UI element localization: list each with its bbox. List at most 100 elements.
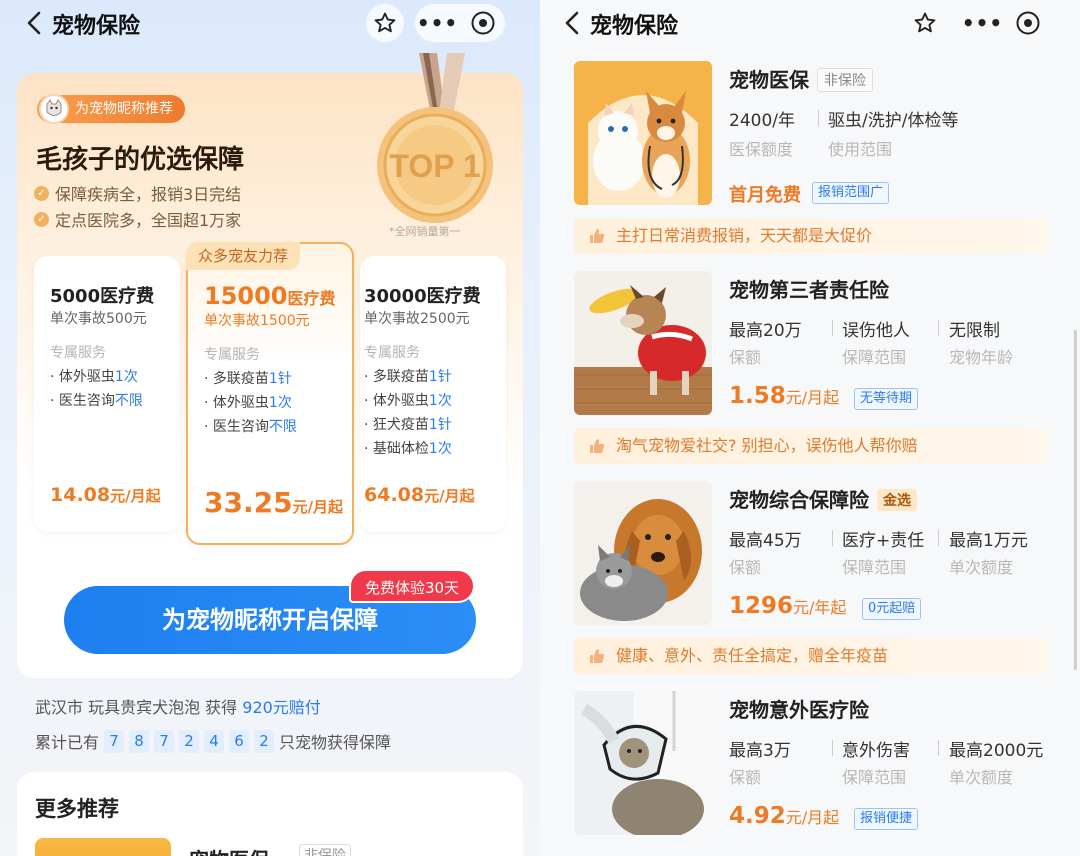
product-thumbnail[interactable] — [35, 838, 171, 856]
plan-price: 14.08元/月起 — [50, 484, 161, 506]
medal-text: TOP 1 — [389, 148, 480, 184]
plan-amount: 5000医疗费 — [50, 286, 155, 307]
pet-tag-label: 为宠物昵称推荐 — [75, 101, 173, 117]
service-item: · 多联疫苗1针 — [204, 371, 292, 387]
back-icon[interactable] — [24, 9, 46, 37]
check-icon: ✓ — [34, 211, 49, 227]
free-trial-badge: 免费体验30天 — [349, 569, 476, 603]
back-icon[interactable] — [562, 9, 584, 37]
plan-card-30000[interactable]: 30000医疗费 单次事故2500元 专属服务 · 多联疫苗1针 · 体外驱虫1… — [360, 256, 506, 532]
target-icon — [471, 11, 494, 35]
field-divider — [938, 740, 939, 756]
plan-amount: 30000医疗费 — [364, 286, 481, 307]
field-value: 无限制 — [949, 321, 1000, 341]
recommendation-card: 为宠物昵称推荐 毛孩子的优选保障 ✓ 保障疾病全，报销3日完结 ✓ 定点医院多，… — [17, 53, 523, 678]
field-label: 使用范围 — [828, 140, 893, 159]
field-divider — [832, 740, 833, 756]
field-value: 误伤他人 — [842, 321, 910, 341]
more-icon[interactable]: ••• — [960, 4, 1005, 42]
product-name[interactable]: 宠物医保 — [189, 844, 269, 856]
service-label: 专属服务 — [204, 347, 260, 363]
product-image — [574, 691, 712, 835]
star-icon — [374, 12, 396, 33]
benefit-item: ✓ 保障疾病全，报销3日完结 — [34, 181, 241, 205]
mini-program-capsule: ••• — [960, 4, 1050, 42]
more-icon[interactable]: ••• — [415, 4, 460, 42]
field-divider — [832, 530, 833, 546]
count-digit: 2 — [254, 729, 275, 753]
plan-card-5000[interactable]: 5000医疗费 单次事故500元 专属服务 · 体外驱虫1次 · 医生咨询不限 … — [34, 256, 180, 532]
product-image — [574, 481, 712, 625]
plan-card-15000[interactable]: 众多宠友力荐 15000医疗费 单次事故1500元 专属服务 · 多联疫苗1针 … — [186, 242, 354, 545]
plan-sub: 单次事故500元 — [50, 311, 147, 327]
right-screen: 宠物保险 ••• 宠物医保 非保险 2400/年 驱虫/洗护/体检等 医保额度 … — [540, 0, 1080, 856]
product-price: 1296元/年起 — [729, 593, 847, 619]
service-item: · 基础体检1次 — [364, 441, 452, 457]
feature-chip: 报销便捷 — [854, 808, 919, 830]
feature-chip: 0元起赔 — [862, 598, 922, 620]
favorite-button[interactable] — [366, 4, 404, 42]
highlight-bar: 淘气宠物爱社交? 别担心，误伤他人帮你赔 — [574, 428, 1048, 464]
count-digit: 7 — [154, 729, 175, 753]
service-item: · 体外驱虫1次 — [50, 369, 138, 385]
field-label: 保额 — [729, 348, 762, 367]
claim-notice: 武汉市 玩具贵宾犬泡泡 获得 920元赔付 — [35, 698, 321, 717]
benefit-text: 保障疾病全，报销3日完结 — [55, 185, 242, 204]
target-icon — [1016, 11, 1039, 35]
plan-price: 33.25元/月起 — [204, 486, 344, 519]
nav-bar: 宠物保险 ••• — [0, 0, 540, 46]
count-digit: 4 — [204, 729, 225, 753]
plan-price: 64.08元/月起 — [364, 484, 475, 506]
field-label: 保额 — [729, 768, 762, 787]
field-label: 保障范围 — [842, 558, 907, 577]
benefit-text: 定点医院多，全国超1万家 — [55, 211, 242, 230]
product-price: 1.58元/月起 — [729, 383, 840, 409]
field-value: 最高2000元 — [949, 741, 1044, 761]
field-label: 单次额度 — [949, 768, 1014, 787]
product-name: 宠物意外医疗险 — [729, 698, 869, 722]
product-card-comprehensive[interactable]: 宠物综合保障险 金选 最高45万 医疗+责任 最高1万元 保额 保障范围 单次额度… — [574, 481, 1048, 677]
thumbs-up-icon — [590, 649, 605, 663]
field-divider — [818, 110, 819, 126]
product-card-pet-medical[interactable]: 宠物医保 非保险 2400/年 驱虫/洗护/体检等 医保额度 使用范围 首月免费 … — [574, 61, 1048, 257]
plan-amount: 15000医疗费 — [204, 282, 336, 310]
feature-chip: 无等待期 — [854, 388, 919, 410]
field-divider — [938, 320, 939, 336]
service-item: · 医生咨询不限 — [50, 393, 143, 409]
highlight-bar: 健康、意外、责任全搞定，赠全年疫苗 — [574, 638, 1048, 674]
top1-medal: TOP 1 — [377, 53, 493, 223]
service-item: · 狂犬疫苗1针 — [364, 417, 452, 433]
highlight-bar: 主打日常消费报销，天天都是大促价 — [574, 218, 1048, 254]
product-card-accident[interactable]: 宠物意外医疗险 最高3万 意外伤害 最高2000元 保额 保障范围 单次额度 4… — [574, 691, 1048, 851]
star-icon — [914, 12, 936, 33]
field-value: 意外伤害 — [842, 741, 910, 761]
product-badge: 金选 — [877, 489, 917, 511]
protected-count: 累计已有 7 8 7 2 4 6 2 只宠物获得保障 — [35, 729, 392, 753]
left-screen: 宠物保险 ••• 为宠物昵称推荐 毛孩子的优选保障 ✓ 保障疾病全，报销3日完结… — [0, 0, 540, 856]
field-value: 2400/年 — [729, 111, 795, 131]
field-label: 单次额度 — [949, 558, 1014, 577]
count-digit: 8 — [129, 729, 150, 753]
favorite-button[interactable] — [906, 4, 944, 42]
field-value: 驱虫/洗护/体检等 — [828, 111, 959, 131]
nav-bar: 宠物保险 ••• — [540, 0, 1080, 46]
feature-chip: 报销范围广 — [812, 182, 890, 204]
scrollbar[interactable] — [1074, 330, 1077, 670]
product-image — [574, 271, 712, 415]
service-item: · 多联疫苗1针 — [364, 369, 452, 385]
service-label: 专属服务 — [364, 345, 420, 361]
close-program-button[interactable] — [1005, 4, 1050, 42]
product-price: 4.92元/月起 — [729, 803, 840, 829]
check-icon: ✓ — [34, 185, 49, 201]
product-card-third-party[interactable]: 宠物第三者责任险 最高20万 误伤他人 无限制 保额 保障范围 宠物年龄 1.5… — [574, 271, 1048, 467]
field-label: 医保额度 — [729, 140, 794, 159]
close-program-button[interactable] — [460, 4, 505, 42]
product-name: 宠物第三者责任险 — [729, 278, 889, 302]
thumbs-up-icon — [590, 229, 605, 243]
service-item: · 体外驱虫1次 — [364, 393, 452, 409]
product-badge: 非保险 — [817, 68, 873, 92]
pet-tag: 为宠物昵称推荐 — [37, 94, 185, 124]
field-value: 最高1万元 — [949, 531, 1028, 551]
count-digit: 6 — [229, 729, 250, 753]
more-recommendations: 更多推荐 宠物医保 非保险 — [17, 772, 523, 856]
